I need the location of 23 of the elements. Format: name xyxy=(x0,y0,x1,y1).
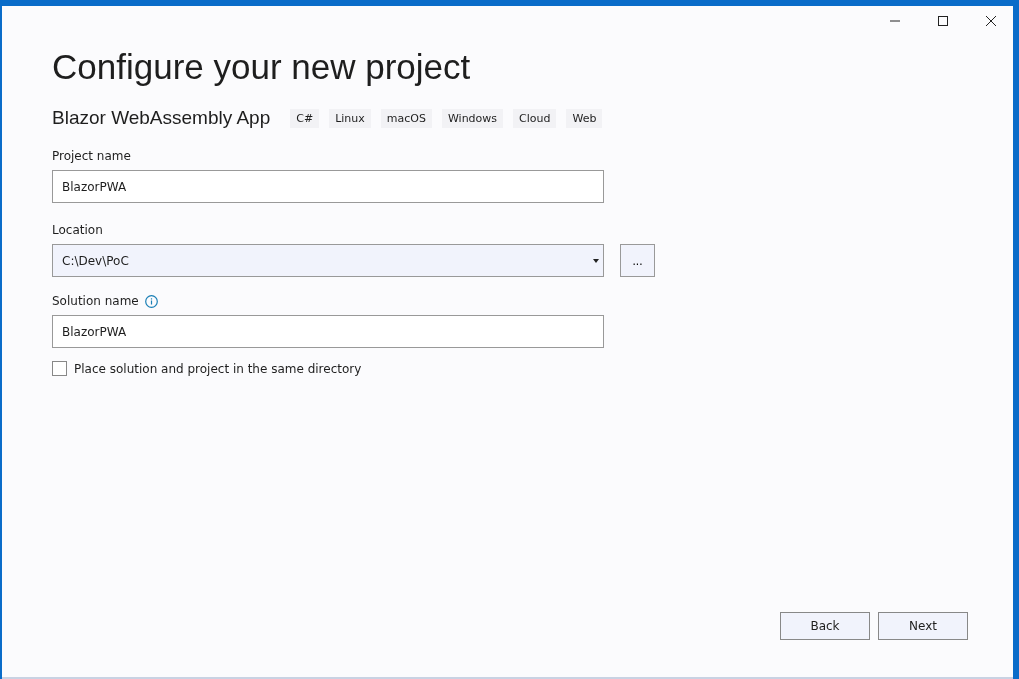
page-title: Configure your new project xyxy=(52,47,471,87)
tag: Linux xyxy=(329,108,371,128)
tag: C# xyxy=(290,108,320,128)
tag: macOS xyxy=(380,108,432,128)
checkbox-label[interactable]: Place solution and project in the same directory xyxy=(74,361,362,376)
close-icon[interactable] xyxy=(985,15,997,27)
field-label: Location xyxy=(52,223,103,237)
caret-icon xyxy=(593,258,599,263)
tag: Web xyxy=(566,108,603,128)
maximize-icon[interactable] xyxy=(937,15,949,27)
info-icon xyxy=(144,294,158,308)
checkbox[interactable] xyxy=(52,361,67,376)
location-dropdown[interactable]: C:\Dev\PoC xyxy=(52,244,604,277)
field-label: Solution name xyxy=(52,294,139,308)
template-name: Blazor WebAssembly App xyxy=(52,107,271,129)
nav-button[interactable]: Back xyxy=(780,612,870,640)
project-name-field[interactable]: BlazorPWA xyxy=(52,170,604,203)
tag: Cloud xyxy=(513,108,557,128)
solution-name-field[interactable]: BlazorPWA xyxy=(52,315,604,348)
field-label: Project name xyxy=(52,149,131,163)
browse-button[interactable]: ... xyxy=(620,244,655,277)
tag: Windows xyxy=(441,108,504,128)
nav-button[interactable]: Next xyxy=(878,612,968,640)
